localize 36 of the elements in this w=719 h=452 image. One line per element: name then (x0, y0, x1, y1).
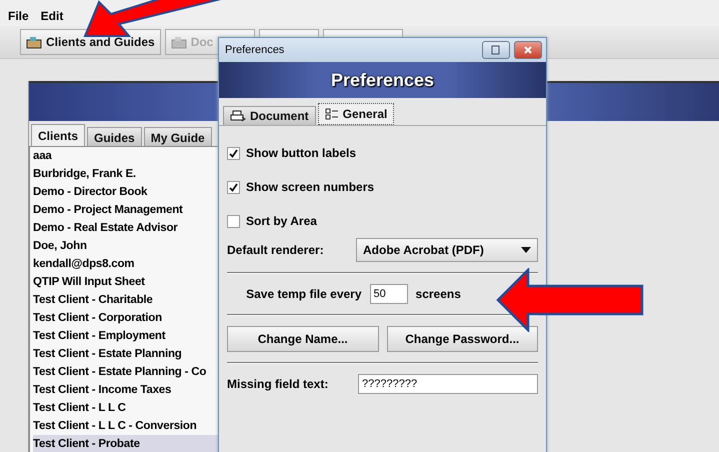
banner-title: Preferences (330, 70, 434, 90)
option-label: Sort by Area (246, 214, 317, 228)
tab[interactable]: Guides (87, 127, 142, 146)
menu-item[interactable]: Edit (40, 9, 64, 23)
checkbox-option[interactable]: Show screen numbers (227, 170, 538, 204)
renderer-dropdown[interactable]: Adobe Acrobat (PDF) (356, 238, 538, 262)
field-label: Missing field text: (227, 377, 328, 391)
toolbar-button[interactable]: Clients and Guides (20, 29, 161, 55)
dialog-button[interactable]: Change Password... (386, 326, 538, 352)
field-label: Save temp file every (246, 287, 362, 301)
input-field[interactable]: ????????? (358, 374, 538, 394)
option-label: Show screen numbers (246, 180, 374, 194)
restore-icon (491, 45, 501, 55)
dialog-button[interactable]: Change Name... (227, 326, 378, 352)
field-label: screens (416, 287, 461, 301)
menu-item[interactable]: File (8, 9, 29, 23)
close-button[interactable] (514, 41, 542, 59)
tab[interactable]: My Guide (144, 127, 212, 146)
checkbox-option[interactable]: Sort by Area (227, 204, 538, 238)
list-icon (324, 108, 339, 120)
tab[interactable]: Clients (31, 124, 86, 146)
printer-icon (230, 110, 246, 122)
option-label: Show button labels (246, 146, 356, 160)
restore-button[interactable] (482, 41, 510, 59)
folder-icon (170, 35, 187, 49)
caret-icon (521, 247, 531, 253)
checkbox[interactable] (227, 146, 240, 160)
tab[interactable]: Document (223, 106, 316, 125)
folder-icon (26, 35, 42, 49)
checkbox[interactable] (227, 180, 240, 194)
input-field[interactable]: 50 (370, 284, 408, 304)
tab[interactable]: General (318, 103, 394, 125)
field-label: Default renderer: (227, 243, 324, 257)
checkbox-option[interactable]: Show button labels (227, 136, 538, 170)
close-icon (523, 45, 533, 55)
checkbox[interactable] (227, 214, 240, 228)
